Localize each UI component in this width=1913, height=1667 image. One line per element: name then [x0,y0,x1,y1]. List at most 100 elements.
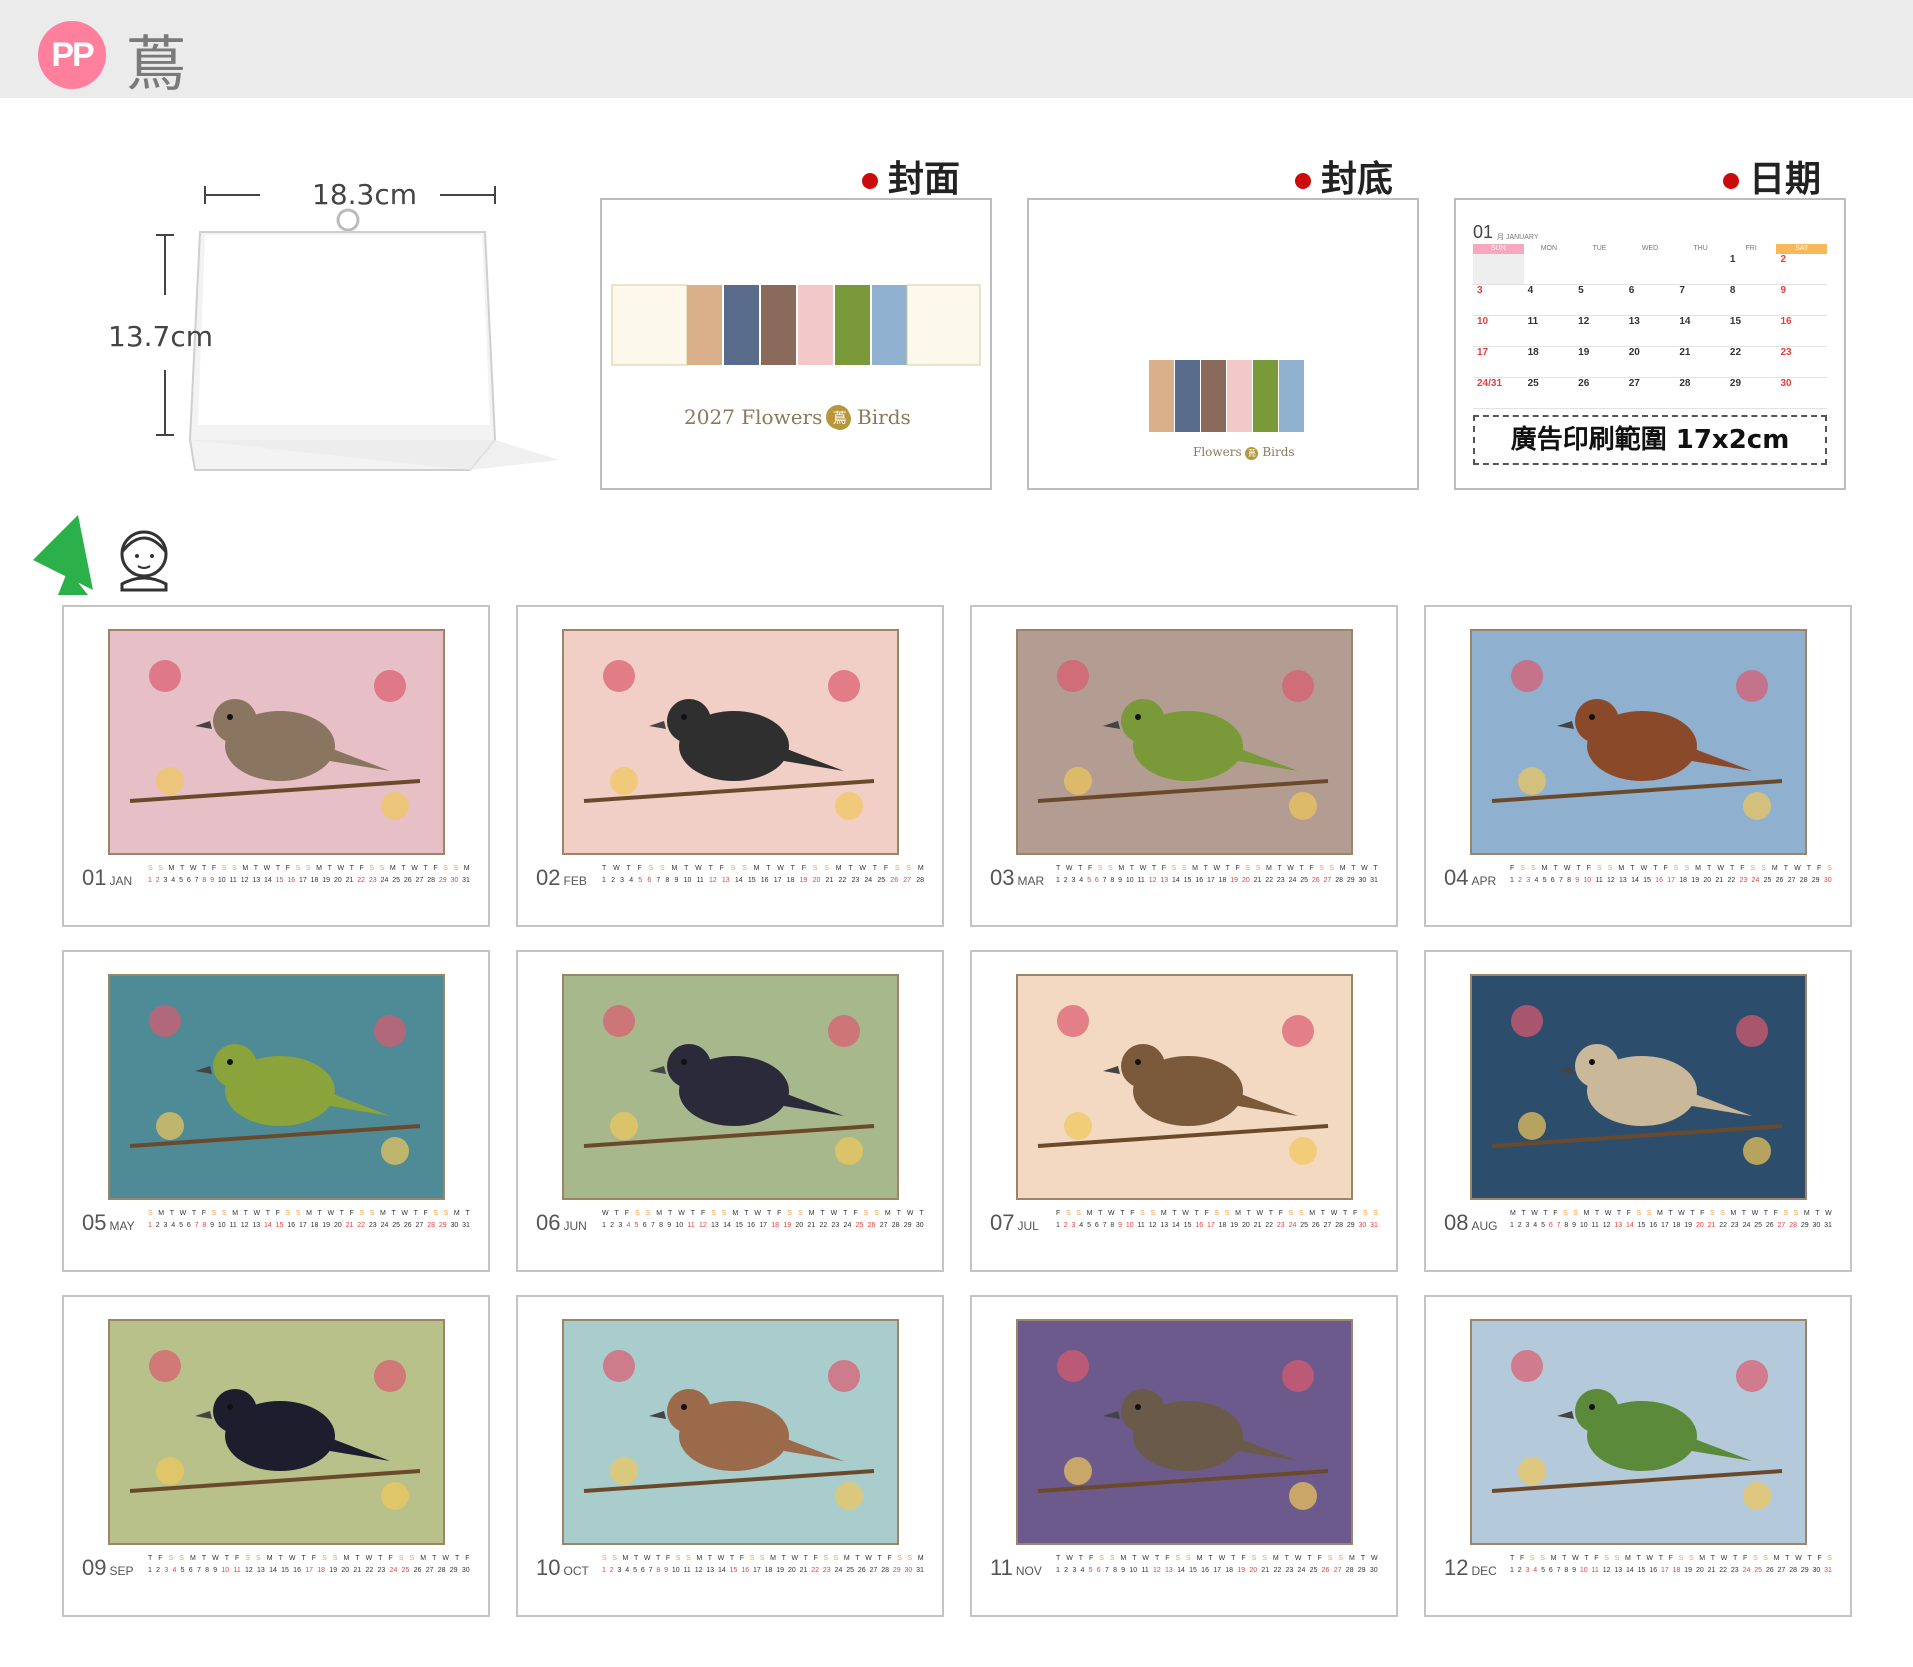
date-number: 22 [357,877,366,884]
weekday-letter: M [1695,865,1702,872]
date-number: 23 [1739,877,1748,884]
weekday-letter: S [1604,1555,1609,1562]
weekday-letter: F [1519,1555,1525,1562]
month-label: 03 MAR [990,865,1044,891]
weekday-letter: W [1142,1555,1150,1562]
weekday-letter: W [263,865,271,872]
weekday-letter: T [1630,865,1635,872]
date-number: 19 [1230,1222,1239,1229]
weekday-letter: M [1618,865,1625,872]
cal-weekday: WED [1641,245,1659,252]
date-number: 4 [172,1567,177,1574]
cal-day: 23 [1780,347,1792,358]
weekday-letter: T [201,1555,207,1562]
weekday-letter: T [1576,865,1581,872]
date-number: 2 [1517,1567,1522,1574]
weekday-letter: F [1352,1210,1358,1217]
weekday-letter: W [401,1210,408,1217]
date-number: 20 [812,877,821,884]
cal-day: 3 [1477,285,1483,296]
date-number: 9 [213,1567,218,1574]
month-abbrev: APR [1471,874,1497,888]
date-number: 14 [718,1567,726,1574]
weekday-letter: T [1783,865,1789,872]
cal-day: 26 [1578,378,1590,389]
date-number: 15 [1643,877,1651,884]
weekday-letter: W [1604,1210,1612,1217]
date-number: 3 [618,1222,623,1229]
date-number: 26 [403,1222,412,1229]
weekday-letter: F [1586,865,1592,872]
weekday-letter: W [212,1555,219,1562]
date-number: 7 [194,1222,199,1229]
weekday-letter: S [812,865,818,872]
weekday-letter: M [266,1555,273,1562]
date-number: 1 [602,1222,606,1229]
date-number: 22 [819,1222,828,1229]
date-number: 13 [257,1567,265,1574]
cal-week-row: 10 11 12 13 14 15 16 [1473,316,1827,347]
weekday-letter: S [1752,1555,1758,1562]
weekday-letter: T [1056,1555,1061,1562]
date-number: 2 [1063,877,1068,884]
weekday-letter: T [766,865,771,872]
weekday-letter: S [612,1555,617,1562]
date-number: 31 [1370,1222,1378,1229]
weekday-letter: T [243,1210,248,1217]
date-number: 18 [317,1567,326,1574]
month-card-oct: 10 OCT S S M T W T F S S M T W T F S S M T W T F S S M T W T F S S M 1 2 3 4… [516,1295,944,1617]
bird-illustration-icon [583,1350,875,1510]
weekday-letter: S [1338,1555,1344,1562]
date-number: 10 [1579,1567,1588,1574]
date-number: 7 [648,1567,653,1574]
date-number: 24 [389,1567,398,1574]
cal-weekday: FRI [1745,245,1757,252]
weekday-letter: W [1066,1555,1073,1562]
date-number: 17 [298,877,307,884]
weekday-letter: T [391,1210,396,1217]
weekday-letter: W [717,1555,725,1562]
weekday-letter: F [285,865,290,872]
weekday-letter: W [1139,865,1147,872]
date-number: 7 [1556,1222,1561,1229]
month-artwork [1470,1319,1807,1545]
weekday-letter: S [1224,1210,1230,1217]
month-abbrev: JAN [109,874,133,888]
weekday-letter: S [1214,1210,1220,1217]
date-number: 10 [1129,1567,1138,1574]
cal-weekday: THU [1693,245,1708,252]
weekday-letter: W [337,865,345,872]
weekday-strip: TWTFSSMTWTFSSMTWTFSSMTWTFSSMTW [1056,1555,1378,1562]
date-number: 19 [1684,1567,1693,1574]
month-artwork [1470,974,1807,1200]
date-number: 9 [1121,1567,1126,1574]
date-number: 9 [667,1222,672,1229]
weekday-letter: T [413,1210,418,1217]
weekday-letter: S [232,865,237,872]
date-number: 31 [916,1567,924,1574]
weekday-letter: S [894,865,900,872]
date-number: 3 [1071,1222,1076,1229]
date-strip: 1 2 3 4 5 6 7 8 9 10 11 12 13 14 15 16 17 18 19 20 21 22 23 24 2… [602,1222,924,1229]
month-abbrev: NOV [1015,1564,1042,1578]
cal-day: 17 [1477,347,1489,358]
cal-day: 20 [1628,347,1640,358]
date-number: 5 [1088,1567,1093,1574]
month-artwork [1016,974,1353,1200]
weekday-letter: M [380,1210,386,1217]
cover-title: 2027 Flowers 蔦 Birds [684,405,911,430]
date-number: 24 [834,1567,843,1574]
date-number: 29 [892,1567,901,1574]
weekday-letter: T [1653,865,1658,872]
date-number: 12 [1148,1222,1157,1229]
date-number: 3 [1525,1222,1530,1229]
weekday-letter: S [398,1555,404,1562]
date-number: 18 [1672,1567,1681,1574]
date-number: 26 [1311,877,1320,884]
cal-weekday-header: SUN MON TUE WED THU FRI SAT [1473,244,1828,254]
weekday-letter: T [708,865,713,872]
date-number: 2 [156,1567,161,1574]
weekday-letter: T [423,865,428,872]
date-number: 21 [799,1567,808,1574]
weekday-letter: S [1783,1210,1789,1217]
